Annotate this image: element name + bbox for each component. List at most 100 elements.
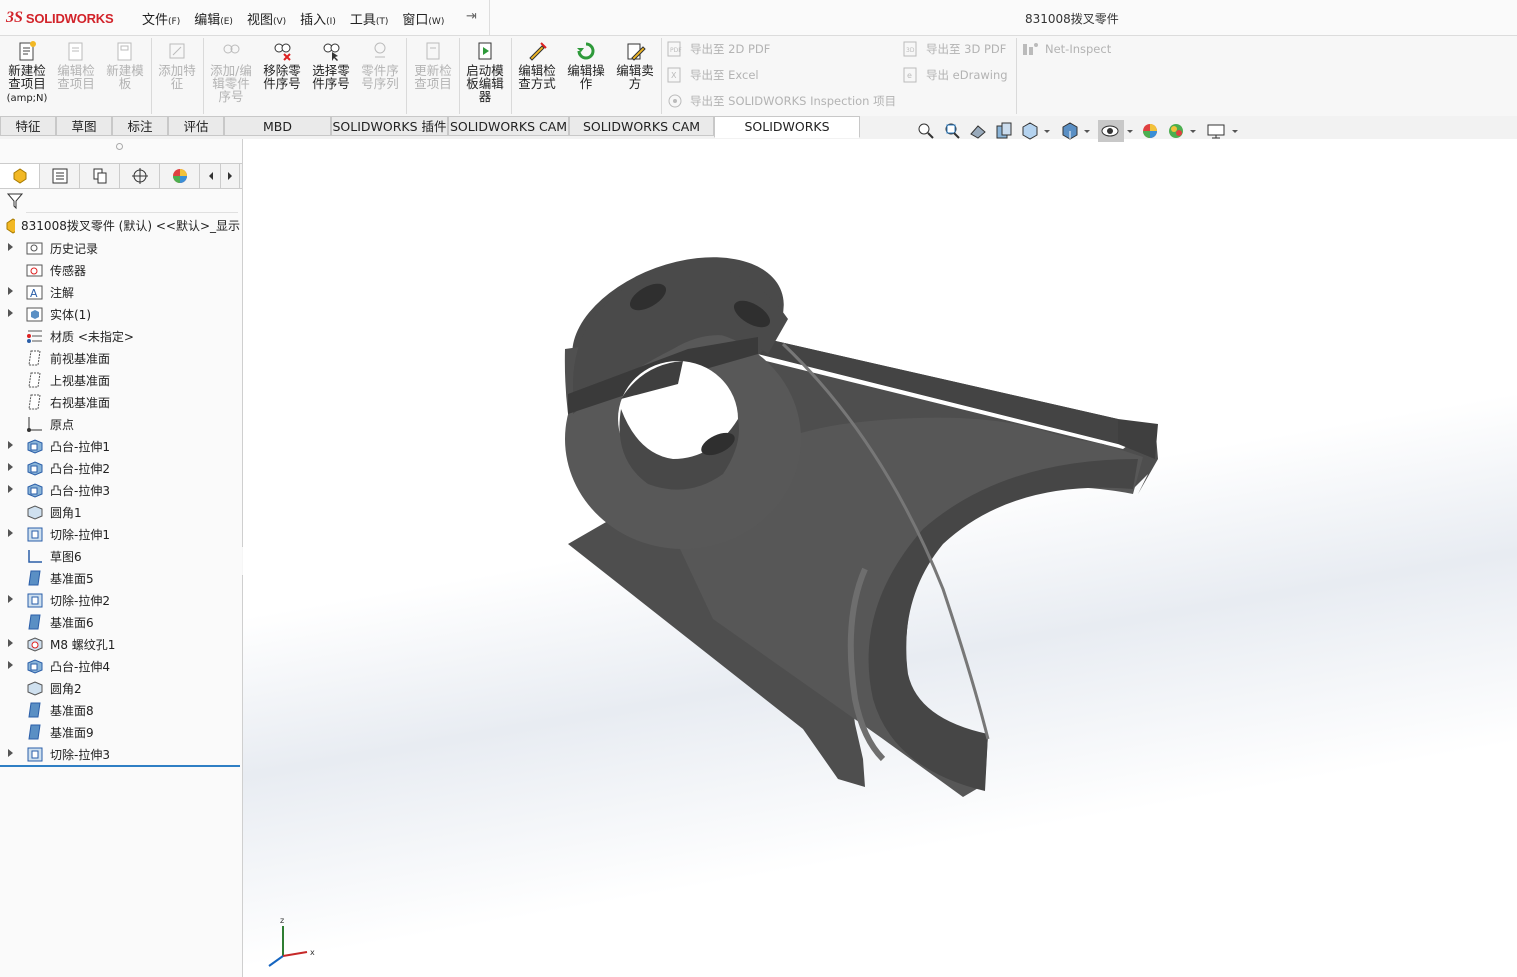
expand-arrow-icon[interactable] bbox=[8, 309, 13, 317]
view-settings-dropdown-icon[interactable] bbox=[1230, 120, 1240, 142]
tree-item-sensor[interactable]: 传感器 bbox=[0, 259, 240, 281]
tree-item-hole-wizard[interactable]: M8 螺纹孔1 bbox=[0, 633, 240, 655]
tree-item-fillet[interactable]: 圆角2 bbox=[0, 677, 240, 699]
previous-view-icon[interactable] bbox=[968, 120, 988, 142]
hide-show-items-icon[interactable] bbox=[1098, 120, 1124, 142]
tree-item-plane[interactable]: 上视基准面 bbox=[0, 369, 240, 391]
display-style-dropdown-icon[interactable] bbox=[1082, 120, 1092, 142]
tab-sketch[interactable]: 草图 bbox=[56, 116, 112, 136]
export-2d-pdf-button[interactable]: PDF 导出至 2D PDF bbox=[666, 41, 770, 57]
scene-dropdown-icon[interactable] bbox=[1188, 120, 1198, 142]
tab-features[interactable]: 特征 bbox=[0, 116, 56, 136]
edit-inspection-project-button[interactable]: 编辑检 查项目 bbox=[53, 40, 99, 90]
expand-arrow-icon[interactable] bbox=[8, 595, 13, 603]
tree-root-part[interactable]: 831008拨叉零件 (默认) <<默认>_显示 bbox=[4, 217, 240, 234]
menu-insert[interactable]: 插入(I) bbox=[300, 9, 336, 28]
update-inspection-button[interactable]: 更新检 查项目 bbox=[409, 40, 457, 90]
tree-item-fillet[interactable]: 圆角1 bbox=[0, 501, 240, 523]
tree-filter-field[interactable] bbox=[26, 190, 238, 213]
export-3d-pdf-button[interactable]: 3D 导出至 3D PDF bbox=[902, 41, 1006, 57]
net-inspect-button[interactable]: Net-Inspect bbox=[1021, 41, 1111, 57]
expand-arrow-icon[interactable] bbox=[8, 529, 13, 537]
zoom-to-fit-icon[interactable] bbox=[916, 120, 936, 142]
tree-item-boss-extrude[interactable]: 凸台-拉伸4 bbox=[0, 655, 240, 677]
feature-manager-tab[interactable] bbox=[0, 164, 40, 188]
graphics-area[interactable]: z x bbox=[243, 139, 1517, 977]
zoom-to-area-icon[interactable] bbox=[942, 120, 962, 142]
tab-annotation[interactable]: 标注 bbox=[112, 116, 168, 136]
tree-item-plane[interactable]: 前视基准面 bbox=[0, 347, 240, 369]
expand-arrow-icon[interactable] bbox=[8, 661, 13, 669]
configuration-manager-tab[interactable] bbox=[80, 164, 120, 188]
tree-item-annotation[interactable]: A 注解 bbox=[0, 281, 240, 303]
tree-item-plane[interactable]: 右视基准面 bbox=[0, 391, 240, 413]
new-inspection-project-button[interactable]: 新建检 查项目 (amp;N) bbox=[4, 40, 50, 105]
tab-solidworks-inspection[interactable]: SOLIDWORKS Inspection bbox=[714, 116, 860, 154]
section-view-icon[interactable] bbox=[994, 120, 1014, 142]
edit-vendor-button[interactable]: 编辑卖方 bbox=[611, 40, 659, 90]
tree-item-ref-plane[interactable]: 基准面9 bbox=[0, 721, 240, 743]
filter-icon[interactable] bbox=[6, 192, 24, 210]
tab-scroll-right[interactable] bbox=[221, 164, 240, 188]
solidworks-logo[interactable]: 3S SOLIDWORKS bbox=[6, 8, 114, 28]
tab-solidworks-cam[interactable]: SOLIDWORKS CAM bbox=[448, 116, 569, 136]
expand-arrow-icon[interactable] bbox=[8, 441, 13, 449]
pin-menu-icon[interactable]: ⇥ bbox=[466, 9, 477, 24]
menu-tools[interactable]: 工具(T) bbox=[350, 9, 389, 28]
select-balloon-button[interactable]: 选择零 件序号 bbox=[307, 40, 355, 90]
tree-item-cut-extrude[interactable]: 切除-拉伸2 bbox=[0, 589, 240, 611]
view-settings-monitor-icon[interactable] bbox=[1206, 120, 1226, 142]
tree-item-sketch[interactable]: 草图6 bbox=[0, 545, 240, 567]
display-style-icon[interactable] bbox=[1060, 120, 1080, 142]
remove-balloon-button[interactable]: 移除零 件序号 bbox=[258, 40, 306, 90]
display-manager-tab[interactable] bbox=[160, 164, 200, 188]
edit-inspection-method-button[interactable]: 编辑检 查方式 bbox=[513, 40, 561, 90]
dimxpert-manager-tab[interactable] bbox=[120, 164, 160, 188]
new-template-button[interactable]: 新建模板 bbox=[102, 40, 148, 90]
menu-edit[interactable]: 编辑(E) bbox=[194, 9, 233, 28]
tab-solidworks-addins[interactable]: SOLIDWORKS 插件 bbox=[331, 116, 448, 136]
rollback-bar[interactable] bbox=[0, 765, 240, 767]
tree-item-boss-extrude[interactable]: 凸台-拉伸1 bbox=[0, 435, 240, 457]
tab-mbd-dimensions[interactable]: MBD Dimensions bbox=[224, 116, 331, 154]
panel-grip-handle[interactable] bbox=[116, 143, 123, 150]
view-orientation-dropdown-icon[interactable] bbox=[1042, 120, 1052, 142]
expand-arrow-icon[interactable] bbox=[8, 639, 13, 647]
export-edrawing-button[interactable]: e 导出 eDrawing bbox=[902, 67, 1008, 83]
export-inspection-project-button[interactable]: 导出至 SOLIDWORKS Inspection 项目 bbox=[666, 93, 896, 109]
tree-item-ref-plane[interactable]: 基准面5 bbox=[0, 567, 240, 589]
edit-appearance-icon[interactable] bbox=[1140, 120, 1160, 142]
expand-arrow-icon[interactable] bbox=[8, 485, 13, 493]
tree-item-boss-extrude[interactable]: 凸台-拉伸2 bbox=[0, 457, 240, 479]
edit-operation-button[interactable]: 编辑操作 bbox=[562, 40, 610, 90]
tab-evaluate[interactable]: 评估 bbox=[168, 116, 224, 136]
property-manager-tab[interactable] bbox=[40, 164, 80, 188]
tree-item-material[interactable]: 材质 <未指定> bbox=[0, 325, 240, 347]
menu-file[interactable]: 文件(F) bbox=[142, 9, 180, 28]
menu-view[interactable]: 视图(V) bbox=[247, 9, 286, 28]
tree-item-solid-bodies[interactable]: 实体(1) bbox=[0, 303, 240, 325]
expand-arrow-icon[interactable] bbox=[8, 463, 13, 471]
tree-item-ref-plane[interactable]: 基准面6 bbox=[0, 611, 240, 633]
add-feature-button[interactable]: 添加特征 bbox=[154, 40, 200, 90]
menu-window[interactable]: 窗口(W) bbox=[402, 9, 444, 28]
template-editor-button[interactable]: 启动模 板编辑器 bbox=[461, 40, 509, 103]
expand-arrow-icon[interactable] bbox=[8, 749, 13, 757]
tree-item-boss-extrude[interactable]: 凸台-拉伸3 bbox=[0, 479, 240, 501]
tree-item-cut-extrude[interactable]: 切除-拉伸3 bbox=[0, 743, 240, 765]
balloon-sequence-button[interactable]: 零件序 号序列 bbox=[356, 40, 404, 90]
export-excel-button[interactable]: X 导出至 Excel bbox=[666, 67, 759, 83]
view-orientation-icon[interactable] bbox=[1020, 120, 1040, 142]
tree-item-ref-plane[interactable]: 基准面8 bbox=[0, 699, 240, 721]
tab-solidworks-cam-tbm[interactable]: SOLIDWORKS CAM TBM bbox=[569, 116, 714, 154]
tree-item-history-folder[interactable]: 历史记录 bbox=[0, 237, 240, 259]
hide-show-dropdown-icon[interactable] bbox=[1125, 120, 1135, 142]
tab-scroll-left[interactable] bbox=[202, 164, 221, 188]
edrawing-icon: e bbox=[903, 67, 917, 83]
expand-arrow-icon[interactable] bbox=[8, 287, 13, 295]
add-edit-balloon-button[interactable]: 添加/编 辑零件 序号 bbox=[206, 40, 256, 103]
apply-scene-icon[interactable] bbox=[1166, 120, 1186, 142]
tree-item-cut-extrude[interactable]: 切除-拉伸1 bbox=[0, 523, 240, 545]
expand-arrow-icon[interactable] bbox=[8, 243, 13, 251]
tree-item-origin[interactable]: 原点 bbox=[0, 413, 240, 435]
